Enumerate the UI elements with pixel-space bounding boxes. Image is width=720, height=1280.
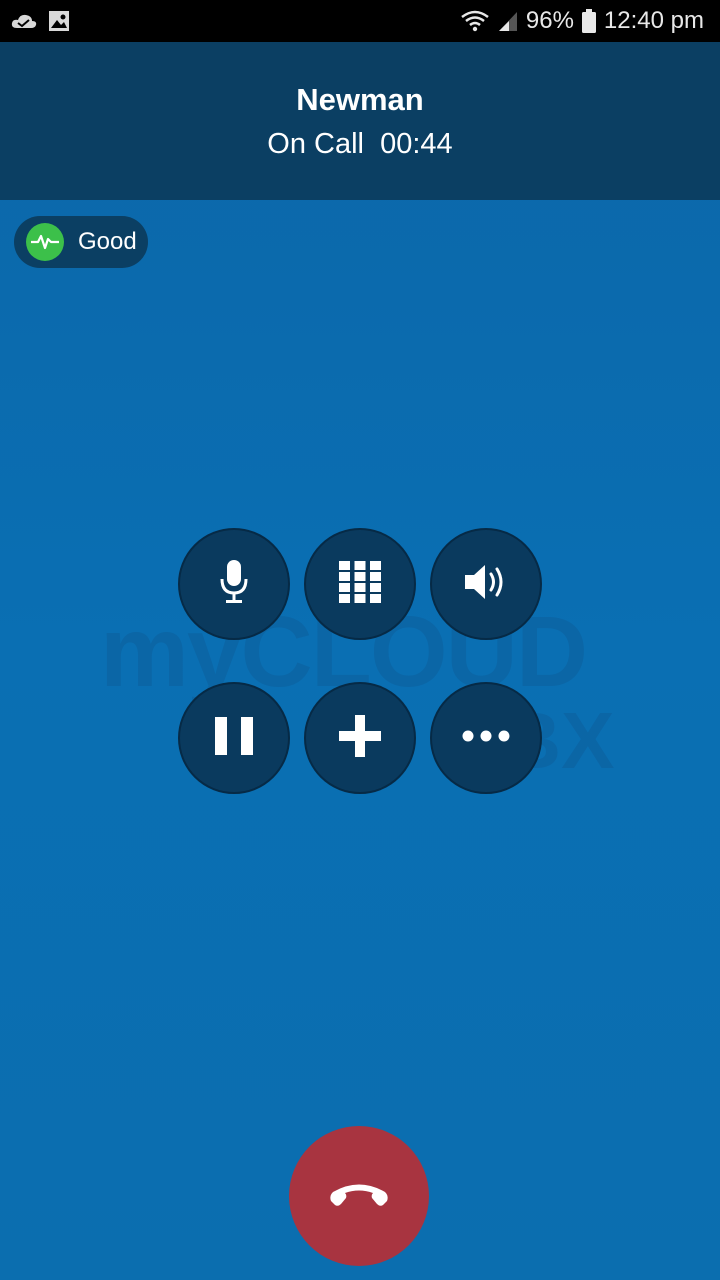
cloud-icon	[10, 11, 38, 31]
call-screen: 96% 12:40 pm Newman On Call 00:44 Good m…	[0, 0, 720, 1280]
keypad-button[interactable]	[304, 528, 416, 640]
keypad-icon	[339, 560, 381, 608]
call-header: Newman On Call 00:44	[0, 42, 720, 200]
more-icon	[462, 729, 510, 747]
end-call-button[interactable]	[289, 1126, 429, 1266]
battery-percent: 96%	[525, 7, 574, 34]
quality-label: Good	[78, 228, 137, 255]
more-button[interactable]	[430, 682, 542, 794]
speaker-button[interactable]	[430, 528, 542, 640]
image-icon	[48, 10, 70, 32]
pause-icon	[215, 716, 253, 760]
clock: 12:40 pm	[603, 7, 704, 34]
status-bar: 96% 12:40 pm	[0, 0, 720, 42]
signal-icon	[498, 10, 518, 32]
speaker-icon	[464, 562, 508, 607]
mute-button[interactable]	[178, 528, 290, 640]
pulse-icon	[26, 223, 64, 261]
caller-name: Newman	[296, 82, 424, 117]
microphone-icon	[219, 559, 249, 610]
battery-icon	[581, 9, 596, 33]
add-call-button[interactable]	[304, 682, 416, 794]
plus-icon	[339, 714, 381, 762]
call-status: On Call 00:44	[267, 128, 453, 160]
hang-up-icon	[327, 1181, 391, 1212]
hold-button[interactable]	[178, 682, 290, 794]
wifi-icon	[460, 9, 490, 33]
call-quality-badge[interactable]: Good	[14, 216, 148, 268]
